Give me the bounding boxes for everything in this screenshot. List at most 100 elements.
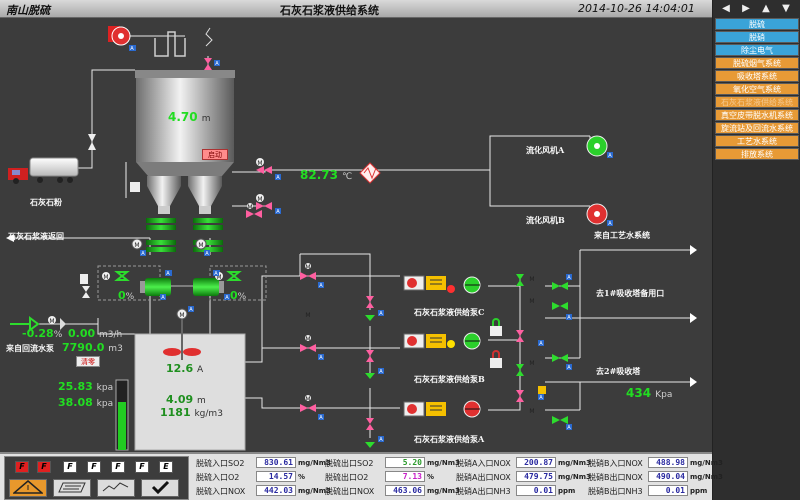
- back-arrow-icon[interactable]: ◀: [717, 2, 735, 16]
- total-flow-value: 7790.0 m3: [62, 341, 123, 354]
- auto-badge-text: A: [205, 251, 209, 257]
- motor-tag-text: M: [179, 312, 184, 319]
- clear-button[interactable]: 清零: [76, 356, 100, 367]
- rotary-feeders: [146, 218, 223, 252]
- pressure-1-value: 25.83 kpa: [58, 380, 114, 393]
- auto-badge-text: A: [567, 315, 571, 321]
- motor-tag-text: M: [305, 312, 310, 319]
- auto-badge-text: A: [567, 365, 571, 371]
- datetime-display: 2014-10-26 14:04:01: [578, 2, 695, 15]
- grid-label: 脱硫出口NOX: [325, 487, 375, 496]
- silo: [125, 70, 235, 214]
- hmi-screen: 南山脱硫 石灰石浆液供给系统 2014-10-26 14:04:01 M M M…: [0, 0, 800, 500]
- auto-badge-text: A: [319, 283, 323, 289]
- fan-a-label: 流化风机A: [526, 145, 565, 155]
- auto-badge-text: A: [276, 175, 280, 181]
- nav-item-8[interactable]: 旋流站及回流水系统: [715, 122, 799, 134]
- nav-item-5[interactable]: 氧化空气系统: [715, 83, 799, 95]
- trend-icon: [102, 482, 129, 492]
- grid-unit: mg/Nm3: [690, 459, 723, 467]
- auto-badge-text: A: [319, 355, 323, 361]
- f-button-3[interactable]: F: [63, 461, 77, 473]
- down-arrow-icon[interactable]: ▼: [777, 2, 795, 16]
- start-button[interactable]: 启动: [202, 149, 228, 160]
- auto-badge-text: A: [567, 275, 571, 281]
- feeder-1-percent: 0%: [118, 289, 135, 302]
- motor-tag-text: M: [529, 408, 534, 415]
- auto-badge-text: A: [276, 209, 280, 215]
- grid-value: 200.87: [516, 457, 556, 468]
- tank-level-value: 4.09 m: [166, 393, 206, 406]
- grid-unit: mg/Nm3: [427, 487, 460, 495]
- motor-tag-text: M: [247, 204, 252, 211]
- grid-unit: mg/Nm3: [690, 473, 723, 481]
- truck-label: 石灰石粉: [30, 197, 62, 207]
- motor-tag-text: M: [305, 336, 310, 343]
- heater-icon: [359, 162, 381, 184]
- grid-value: 490.04: [648, 471, 688, 482]
- drum-mixers: [140, 270, 224, 296]
- e-button[interactable]: E: [159, 461, 173, 473]
- discharge-valves: [516, 274, 568, 424]
- grid-label: 脱硫出口O2: [325, 473, 369, 482]
- auto-badge-text: A: [608, 221, 612, 227]
- pressure-2-value: 38.08 kpa: [58, 396, 114, 409]
- grid-value: 5.20: [385, 457, 425, 468]
- nav-item-1[interactable]: 脱硝: [715, 31, 799, 43]
- grid-label: 脱硝A出口NOX: [456, 473, 511, 482]
- confirm-button[interactable]: [141, 479, 179, 497]
- nav-item-6[interactable]: 石灰石浆液供给系统: [715, 96, 799, 108]
- f-button-5[interactable]: F: [111, 461, 125, 473]
- nav-item-3[interactable]: 脱硫烟气系统: [715, 57, 799, 69]
- nav-item-10[interactable]: 排放系统: [715, 148, 799, 160]
- grid-value: 830.61: [256, 457, 296, 468]
- grid-value: 442.03: [256, 485, 296, 496]
- alarm-warning-button[interactable]: [9, 479, 47, 497]
- tank-density-value: 1181 kg/m3: [160, 406, 223, 419]
- grid-value: 479.75: [516, 471, 556, 482]
- nav-item-7[interactable]: 真空皮带脱水机系统: [715, 109, 799, 121]
- motor-tag-text: M: [529, 298, 534, 305]
- nav-item-9[interactable]: 工艺水系统: [715, 135, 799, 147]
- navigation-panel: ◀ ▶ ▲ ▼ 脱硫 脱硝 除尘电气 脱硫烟气系统 吸收塔系统 氧化空气系统 石灰石浆液供给…: [712, 0, 800, 500]
- nav-item-4[interactable]: 吸收塔系统: [715, 70, 799, 82]
- grid-unit: %: [298, 473, 306, 481]
- nav-item-0[interactable]: 脱硫: [715, 18, 799, 30]
- f-button-2[interactable]: F: [37, 461, 51, 473]
- trend-button[interactable]: [97, 479, 135, 497]
- title-bar: 南山脱硫 石灰石浆液供给系统 2014-10-26 14:04:01: [0, 0, 712, 18]
- tower-2-pressure-value: 434 Kpa: [626, 386, 673, 400]
- forward-arrow-icon[interactable]: ▶: [737, 2, 755, 16]
- slurry-return-label: 石灰石浆液返回: [8, 231, 64, 241]
- f-button-6[interactable]: F: [135, 461, 149, 473]
- grid-unit: mg/Nm3: [427, 459, 460, 467]
- grid-label: 脱硝B出口NOX: [588, 473, 643, 482]
- event-log-button[interactable]: [53, 479, 91, 497]
- pump-b-label: 石灰石浆液供给泵B: [414, 374, 485, 384]
- auto-badge-text: A: [161, 295, 165, 301]
- nav-item-2[interactable]: 除尘电气: [715, 44, 799, 56]
- pipes: [10, 35, 690, 438]
- auto-badge-text: A: [214, 271, 218, 277]
- grid-label: 脱硫入口SO2: [196, 459, 245, 468]
- auto-badge-text: A: [215, 61, 219, 67]
- grid-unit: mg/Nm3: [558, 473, 591, 481]
- motor-tag-text: M: [103, 274, 108, 281]
- check-icon: [151, 480, 170, 495]
- pump-a-icon: [403, 400, 481, 418]
- process-water-label: 来自工艺水系统: [594, 230, 650, 240]
- f-button-4[interactable]: F: [87, 461, 101, 473]
- grid-unit: ppm: [690, 487, 708, 495]
- truck-icon: [8, 157, 79, 184]
- silo-level-value: 4.70 m: [168, 110, 211, 124]
- to-tower-2-label: 去2#吸收塔: [596, 366, 641, 376]
- grid-value: 0.01: [648, 485, 688, 496]
- feeder-2-percent: 0%: [230, 289, 247, 302]
- up-arrow-icon[interactable]: ▲: [757, 2, 775, 16]
- auto-badge-text: A: [608, 153, 612, 159]
- f-button-1[interactable]: F: [15, 461, 29, 473]
- auto-badge-text: A: [379, 311, 383, 317]
- grid-value: 0.01: [516, 485, 556, 496]
- nav-arrows: ◀ ▶ ▲ ▼: [717, 2, 795, 16]
- motor-tag-text: M: [134, 242, 139, 249]
